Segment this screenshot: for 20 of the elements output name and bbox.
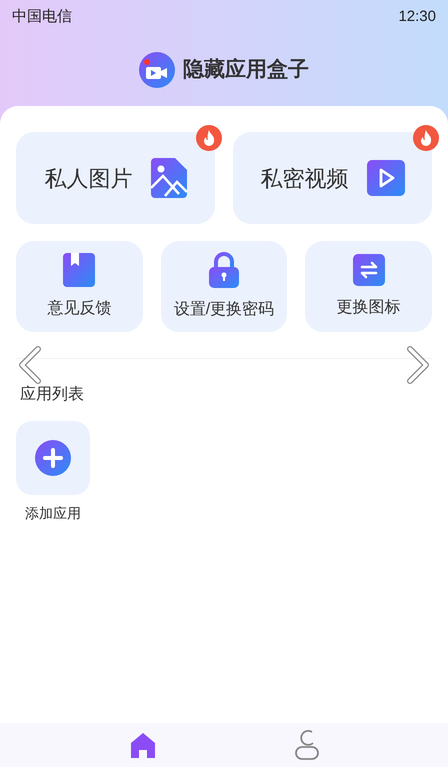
app-title: 隐藏应用盒子 bbox=[183, 56, 309, 84]
section-title: 应用列表 bbox=[20, 384, 84, 405]
tool-card[interactable]: 更换图标 bbox=[305, 241, 432, 332]
feature-card[interactable]: 私密视频 bbox=[233, 132, 432, 224]
feature-card[interactable]: 私人图片 bbox=[16, 132, 215, 224]
profile-icon[interactable] bbox=[294, 730, 318, 760]
swap-icon bbox=[352, 254, 385, 286]
clock-time: 12:30 bbox=[398, 6, 436, 27]
home-icon[interactable] bbox=[130, 732, 156, 758]
image-icon bbox=[150, 158, 186, 198]
carrier-name: 中国电信 bbox=[12, 6, 72, 27]
lock-icon bbox=[208, 252, 239, 288]
tool-card[interactable]: 意见反馈 bbox=[16, 241, 143, 332]
video-camera-logo-icon bbox=[139, 52, 175, 88]
book-icon bbox=[63, 252, 96, 286]
add-icon bbox=[35, 440, 71, 476]
chevron-right-icon[interactable] bbox=[404, 346, 432, 384]
tool-card[interactable]: 设置/更换密码 bbox=[160, 241, 288, 332]
play-icon bbox=[366, 160, 404, 196]
chevron-left-icon[interactable] bbox=[16, 346, 44, 384]
